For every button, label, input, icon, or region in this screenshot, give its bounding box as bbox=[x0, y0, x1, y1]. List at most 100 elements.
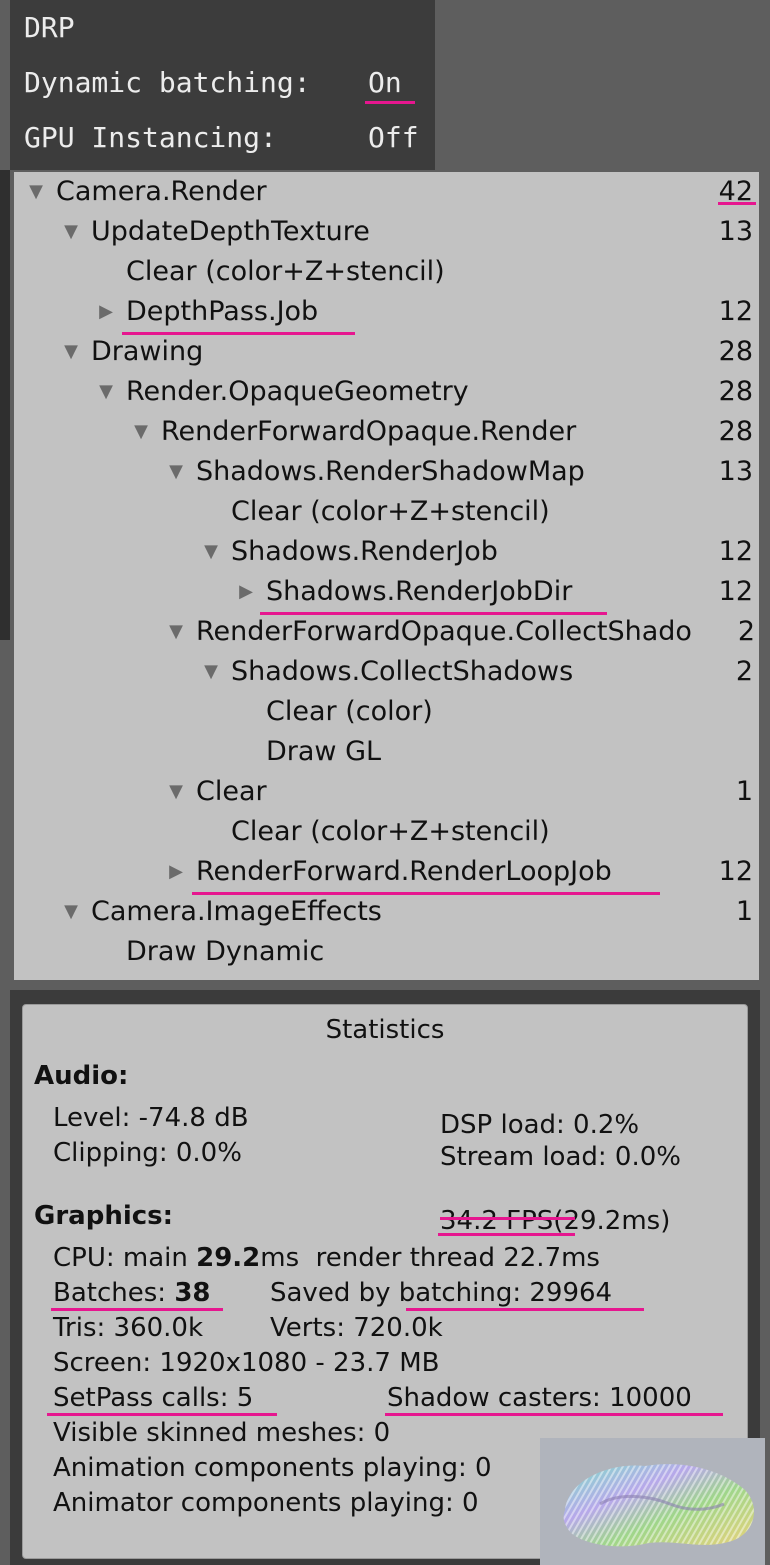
expanded-arrow-icon[interactable]: ▼ bbox=[164, 612, 188, 652]
expanded-arrow-icon[interactable]: ▼ bbox=[59, 212, 83, 252]
verts: Verts: 720.0k bbox=[270, 1313, 443, 1343]
saved-by-batching-line: Saved by batching: 29964 bbox=[270, 1276, 612, 1310]
screen-info: Screen: 1920x1080 - 23.7 MB bbox=[53, 1348, 440, 1378]
tree-row[interactable]: ▶ RenderForward.RenderLoopJob 12 bbox=[14, 852, 759, 892]
tree-row[interactable]: Clear (color+Z+stencil) bbox=[14, 492, 759, 532]
highlight-underline bbox=[51, 1308, 223, 1311]
expanded-arrow-icon[interactable]: ▼ bbox=[59, 892, 83, 932]
dsp-load: DSP load: 0.2% bbox=[440, 1110, 640, 1140]
collapsed-arrow-icon[interactable]: ▶ bbox=[94, 292, 118, 332]
profiler-hierarchy: ▼ Camera.Render 42 ▼ UpdateDepthTexture … bbox=[14, 172, 759, 980]
tree-row-count: 28 bbox=[718, 336, 753, 367]
tree-row[interactable]: ▼ Clear 1 bbox=[14, 772, 759, 812]
tree-row[interactable]: ▶ Shadows.RenderJobDir 12 bbox=[14, 572, 759, 612]
expanded-arrow-icon[interactable]: ▼ bbox=[164, 452, 188, 492]
tree-row[interactable]: ▶ DepthPass.Job 12 bbox=[14, 292, 759, 332]
batches-label: Batches: bbox=[53, 1278, 175, 1308]
cpu-suffix: ms render thread 22.7ms bbox=[260, 1243, 600, 1273]
tree-row[interactable]: ▼ UpdateDepthTexture 13 bbox=[14, 212, 759, 252]
tree-row-count: 2 bbox=[735, 656, 753, 687]
tree-row[interactable]: ▼ Shadows.RenderShadowMap 13 bbox=[14, 452, 759, 492]
expanded-arrow-icon[interactable]: ▼ bbox=[24, 172, 48, 212]
tree-row-count: 12 bbox=[718, 856, 753, 887]
visible-skinned-meshes: Visible skinned meshes: 0 bbox=[53, 1418, 391, 1448]
tris: Tris: 360.0k bbox=[53, 1313, 204, 1343]
tree-row-count: 13 bbox=[718, 456, 753, 487]
highlight-underline bbox=[260, 612, 607, 615]
batches-value: 38 bbox=[174, 1278, 211, 1308]
render-mode-overlay: DRP Dynamic batching: On GPU Instancing:… bbox=[10, 0, 435, 170]
tree-row-count: 1 bbox=[735, 776, 753, 807]
tree-row-label: Drawing bbox=[91, 336, 204, 367]
left-edge-strip bbox=[0, 170, 10, 640]
tree-row-count: 13 bbox=[718, 216, 753, 247]
tree-row-label: Shadows.RenderJob bbox=[231, 536, 498, 567]
fps-strikethrough bbox=[440, 1217, 575, 1220]
expanded-arrow-icon[interactable]: ▼ bbox=[129, 412, 153, 452]
tree-row-count: 12 bbox=[718, 296, 753, 327]
mesh-preview-image bbox=[563, 1464, 754, 1547]
highlight-underline bbox=[406, 1308, 644, 1311]
fps-value: 34.2 FPS bbox=[440, 1206, 554, 1236]
shadow-casters: Shadow casters: 10000 bbox=[387, 1383, 692, 1413]
tree-row-label: Draw Dynamic bbox=[126, 936, 325, 967]
graphics-heading: Graphics: bbox=[34, 1201, 174, 1231]
tree-row-label: Clear (color+Z+stencil) bbox=[231, 496, 550, 527]
tree-row[interactable]: Clear (color+Z+stencil) bbox=[14, 812, 759, 852]
tree-row-label: Clear (color) bbox=[266, 696, 433, 727]
tree-row[interactable]: Draw GL bbox=[14, 732, 759, 772]
tree-row-label: Camera.ImageEffects bbox=[91, 896, 382, 927]
tree-row-count: 1 bbox=[735, 896, 753, 927]
expanded-arrow-icon[interactable]: ▼ bbox=[94, 372, 118, 412]
tree-row[interactable]: ▼ RenderForwardOpaque.CollectShado 2 bbox=[14, 612, 759, 652]
tree-row-count: 42 bbox=[718, 176, 753, 207]
tree-row-count: 28 bbox=[718, 416, 753, 447]
tree-row-label: UpdateDepthTexture bbox=[91, 216, 370, 247]
gpu-instancing-label: GPU Instancing: bbox=[24, 121, 277, 154]
tree-row-label: Draw GL bbox=[266, 736, 382, 767]
cpu-prefix: CPU: main bbox=[53, 1243, 197, 1273]
tree-row-label: Shadows.RenderJobDir bbox=[266, 576, 573, 607]
batches-line: Batches: 38 bbox=[53, 1276, 211, 1310]
expanded-arrow-icon[interactable]: ▼ bbox=[199, 652, 223, 692]
tree-row[interactable]: ▼ Shadows.RenderJob 12 bbox=[14, 532, 759, 572]
collapsed-arrow-icon[interactable]: ▶ bbox=[164, 852, 188, 892]
tree-row[interactable]: Clear (color+Z+stencil) bbox=[14, 252, 759, 292]
tree-row-label: DepthPass.Job bbox=[126, 296, 319, 327]
tree-row[interactable]: ▼ Shadows.CollectShadows 2 bbox=[14, 652, 759, 692]
dynamic-batching-value: On bbox=[368, 66, 402, 99]
tree-row-count: 2 bbox=[735, 612, 755, 652]
animation-components: Animation components playing: 0 bbox=[53, 1453, 492, 1483]
tree-row[interactable]: ▼ RenderForwardOpaque.Render 28 bbox=[14, 412, 759, 452]
tree-row[interactable]: Draw Dynamic bbox=[14, 932, 759, 972]
tree-row-count: 28 bbox=[718, 376, 753, 407]
tree-row-label: Clear (color+Z+stencil) bbox=[126, 256, 445, 287]
overlay-title: DRP bbox=[24, 11, 75, 44]
tree-row[interactable]: Clear (color) bbox=[14, 692, 759, 732]
expanded-arrow-icon[interactable]: ▼ bbox=[164, 772, 188, 812]
cpu-line: CPU: main 29.2ms render thread 22.7ms bbox=[53, 1241, 600, 1275]
tree-row-label: RenderForwardOpaque.CollectShado bbox=[196, 616, 692, 647]
statistics-title: Statistics bbox=[325, 1015, 445, 1045]
collapsed-arrow-icon[interactable]: ▶ bbox=[234, 572, 258, 612]
highlight-underline bbox=[438, 1233, 575, 1236]
tree-row-count: 12 bbox=[718, 536, 753, 567]
audio-level: Level: -74.8 dB bbox=[53, 1103, 249, 1133]
saved-by-prefix: Saved by bbox=[270, 1278, 399, 1308]
expanded-arrow-icon[interactable]: ▼ bbox=[199, 532, 223, 572]
highlight-underline bbox=[718, 202, 756, 205]
highlight-underline bbox=[385, 1413, 723, 1416]
tree-row[interactable]: ▼ Render.OpaqueGeometry 28 bbox=[14, 372, 759, 412]
tree-row-label: Clear (color+Z+stencil) bbox=[231, 816, 550, 847]
setpass-calls: SetPass calls: 5 bbox=[53, 1383, 254, 1413]
tree-row-label: Shadows.CollectShadows bbox=[231, 656, 574, 687]
expanded-arrow-icon[interactable]: ▼ bbox=[59, 332, 83, 372]
tree-row-label: Shadows.RenderShadowMap bbox=[196, 456, 585, 487]
saved-by-batching-value: batching: 29964 bbox=[398, 1278, 613, 1308]
tree-row[interactable]: ▼ Camera.ImageEffects 1 bbox=[14, 892, 759, 932]
tree-row[interactable]: ▼ Drawing 28 bbox=[14, 332, 759, 372]
tree-row-label: Render.OpaqueGeometry bbox=[126, 376, 469, 407]
tree-row-label: Camera.Render bbox=[56, 176, 267, 207]
tree-row[interactable]: ▼ Camera.Render 42 bbox=[14, 172, 759, 212]
stream-load: Stream load: 0.0% bbox=[440, 1142, 681, 1172]
